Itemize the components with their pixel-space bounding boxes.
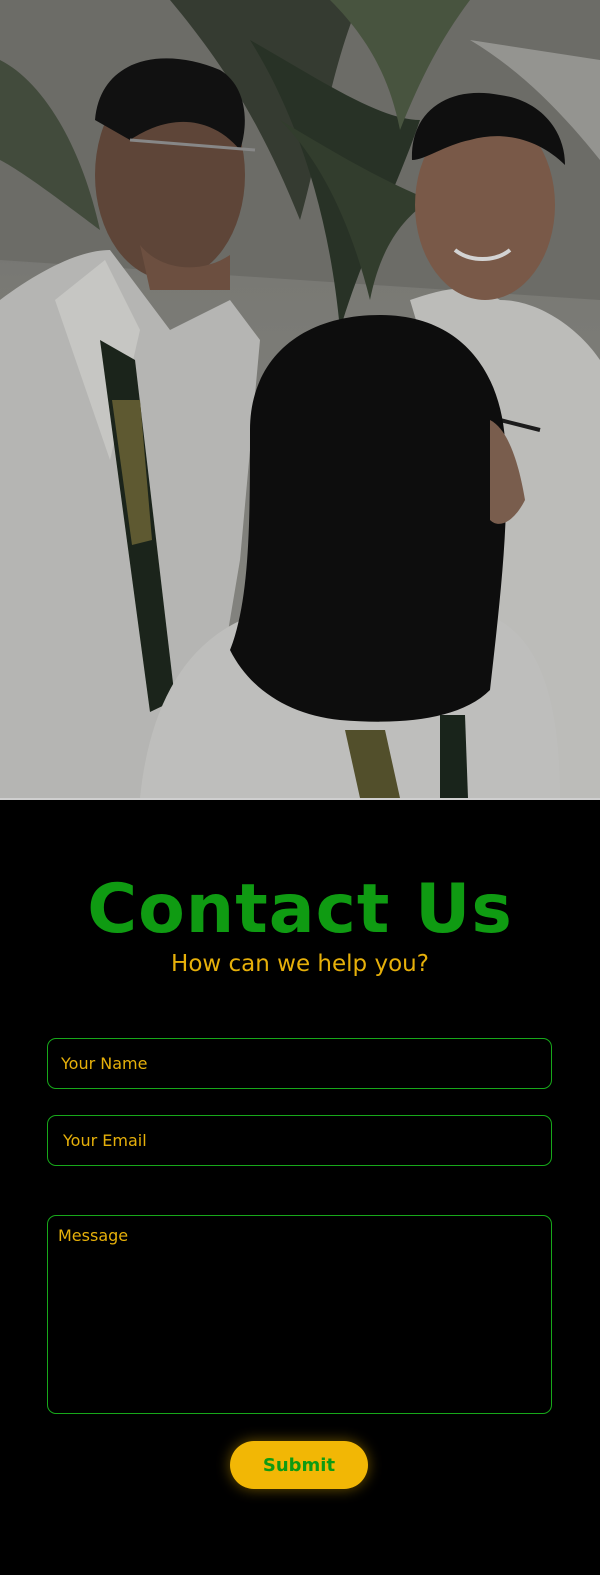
contact-title: Contact Us: [87, 870, 513, 949]
name-input[interactable]: [47, 1038, 552, 1089]
submit-button[interactable]: Submit: [230, 1441, 368, 1489]
email-input[interactable]: [47, 1115, 552, 1166]
hero-image: [0, 0, 600, 798]
contact-section: Contact Us How can we help you? Submit: [0, 800, 600, 1575]
message-textarea[interactable]: [47, 1215, 552, 1414]
contact-subtitle: How can we help you?: [171, 951, 429, 977]
